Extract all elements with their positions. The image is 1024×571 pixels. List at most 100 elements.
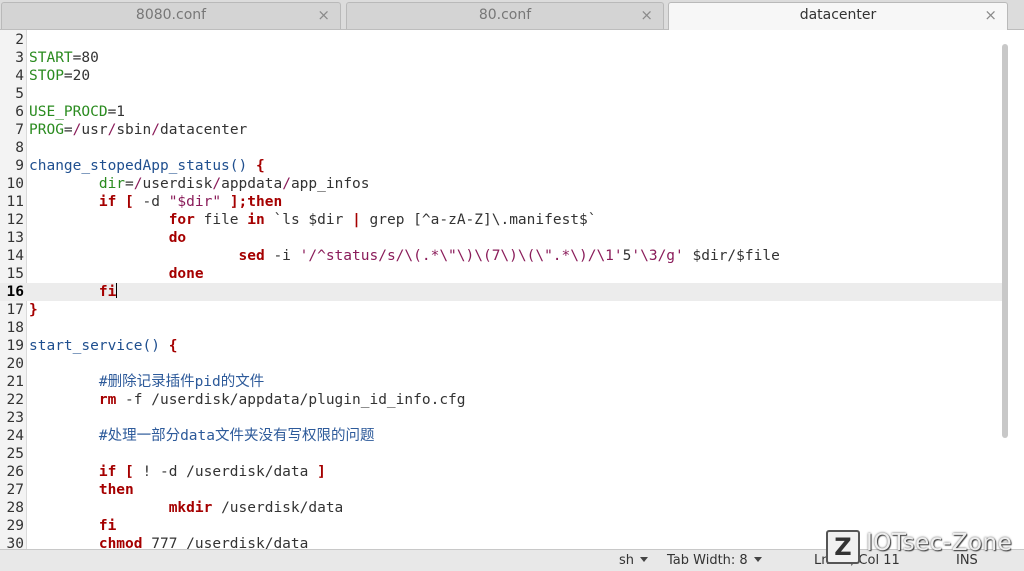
code-token: =80 (72, 50, 99, 66)
code-line[interactable]: 4 STOP=20 (0, 67, 1008, 85)
line-number: 9 (15, 158, 24, 174)
code-token: '\3/g' (631, 248, 684, 264)
code-token: grep [^a-zA-Z]\.manifest$` (360, 212, 597, 228)
code-token: / (212, 176, 222, 192)
code-token: } (29, 302, 38, 318)
tab-bar: 8080.conf × 80.conf × datacenter × (0, 0, 1024, 30)
line-number: 16 (6, 284, 24, 300)
tab-label: 8080.conf (135, 7, 207, 23)
code-token: appdata (221, 176, 283, 192)
line-number: 5 (15, 86, 24, 102)
code-line[interactable]: 14 sed -i '/^status/s/\(.*\"\)\(7\)\(\".… (0, 247, 1008, 265)
code-line[interactable]: 6 USE_PROCD=1 (0, 103, 1008, 121)
code-line[interactable]: 27 then (0, 481, 1008, 499)
code-line[interactable]: 18 (0, 319, 1008, 337)
code-text: #处理一部分data文件夹没有写权限的问题 (29, 427, 375, 445)
code-line[interactable]: 21 #删除记录插件pid的文件 (0, 373, 1008, 391)
code-line[interactable]: 10 dir=/userdisk/appdata/app_infos (0, 175, 1008, 193)
code-token: datacenter (159, 122, 248, 138)
code-token: app_infos (290, 176, 370, 192)
code-line[interactable]: 26 if [ ! -d /userdisk/data ] (0, 463, 1008, 481)
code-text: done (29, 265, 204, 283)
code-editor[interactable]: 2 3 START=80 4 STOP=20 5 6 USE_PROCD=1 7 PROG=/us… (0, 30, 1024, 549)
code-token: { (255, 158, 265, 174)
code-token: PROG (29, 122, 64, 138)
chevron-down-icon (640, 557, 649, 562)
code-token: '/^status/s/\(.*\"\)\(7\)\(\".*\)/\1' (299, 248, 623, 264)
code-token: then (98, 482, 134, 498)
code-line[interactable]: 25 (0, 445, 1008, 463)
code-line[interactable]: 19 start_service() { (0, 337, 1008, 355)
line-number: 10 (6, 176, 24, 192)
line-number: 22 (6, 392, 24, 408)
code-token: do (168, 230, 187, 246)
code-line[interactable]: 5 (0, 85, 1008, 103)
code-line[interactable]: 24 #处理一部分data文件夹没有写权限的问题 (0, 427, 1008, 445)
code-text: change_stopedApp_status() { (29, 157, 265, 175)
code-line[interactable]: 7 PROG=/usr/sbin/datacenter (0, 121, 1008, 139)
code-token: ];then (229, 194, 283, 210)
code-line[interactable]: 13 do (0, 229, 1008, 247)
line-number: 11 (6, 194, 24, 210)
vertical-scrollbar[interactable] (1002, 44, 1008, 438)
code-text: sed -i '/^status/s/\(.*\"\)\(7\)\(\".*\)… (29, 247, 780, 265)
code-token: fi (98, 518, 117, 534)
code-token: | (352, 212, 361, 228)
code-token: ] (317, 464, 326, 480)
line-number: 18 (6, 320, 24, 336)
line-number: 29 (6, 518, 24, 534)
code-line[interactable]: 23 (0, 409, 1008, 427)
code-token: done (168, 266, 204, 282)
code-token: / (282, 176, 291, 192)
code-token: #处理一部分data文件夹没有写权限的问题 (98, 428, 375, 444)
code-token: / (151, 122, 160, 138)
tab-80-conf[interactable]: 80.conf × (346, 2, 664, 29)
code-text: } (29, 301, 38, 319)
code-token: "$dir" (168, 194, 222, 210)
code-line[interactable]: 2 (0, 31, 1008, 49)
code-line[interactable]: 8 (0, 139, 1008, 157)
code-line[interactable]: 12 for file in `ls $dir | grep [^a-zA-Z]… (0, 211, 1008, 229)
code-line[interactable]: 17} (0, 301, 1008, 319)
code-line[interactable]: 22 rm -f /userdisk/appdata/plugin_id_inf… (0, 391, 1008, 409)
code-token: change_stopedApp_status() (29, 158, 256, 174)
chevron-down-icon (753, 557, 762, 562)
close-icon[interactable]: × (640, 3, 653, 28)
code-line[interactable]: 16 fi (0, 283, 1008, 301)
line-number: 15 (6, 266, 24, 282)
line-number: 27 (6, 482, 24, 498)
line-number: 19 (6, 338, 24, 354)
language-selector[interactable]: sh (619, 550, 649, 571)
tab-datacenter[interactable]: datacenter × (668, 2, 1008, 30)
code-token: / (133, 176, 143, 192)
code-line[interactable]: 28 mkdir /userdisk/data (0, 499, 1008, 517)
code-token: ! -d /userdisk/data (133, 464, 318, 480)
tab-width-selector[interactable]: Tab Width: 8 (667, 550, 762, 571)
code-token: [ (125, 194, 134, 210)
close-icon[interactable]: × (984, 3, 997, 28)
code-token: sed (238, 248, 265, 264)
language-label: sh (619, 553, 635, 568)
code-line[interactable]: 9 change_stopedApp_status() { (0, 157, 1008, 175)
code-line[interactable]: 3 START=80 (0, 49, 1008, 67)
close-icon[interactable]: × (317, 3, 330, 28)
line-number: 30 (6, 536, 24, 549)
line-number: 26 (6, 464, 24, 480)
code-line[interactable]: 20 (0, 355, 1008, 373)
line-number: 3 (15, 50, 24, 66)
line-number: 6 (15, 104, 24, 120)
code-line[interactable]: 15 done (0, 265, 1008, 283)
code-text: STOP=20 (29, 67, 90, 85)
code-line[interactable]: 11 if [ -d "$dir" ];then (0, 193, 1008, 211)
code-text: PROG=/usr/sbin/datacenter (29, 121, 247, 139)
code-text: if [ ! -d /userdisk/data ] (29, 463, 326, 481)
code-text: fi (29, 283, 118, 301)
tab-8080-conf[interactable]: 8080.conf × (1, 2, 341, 29)
